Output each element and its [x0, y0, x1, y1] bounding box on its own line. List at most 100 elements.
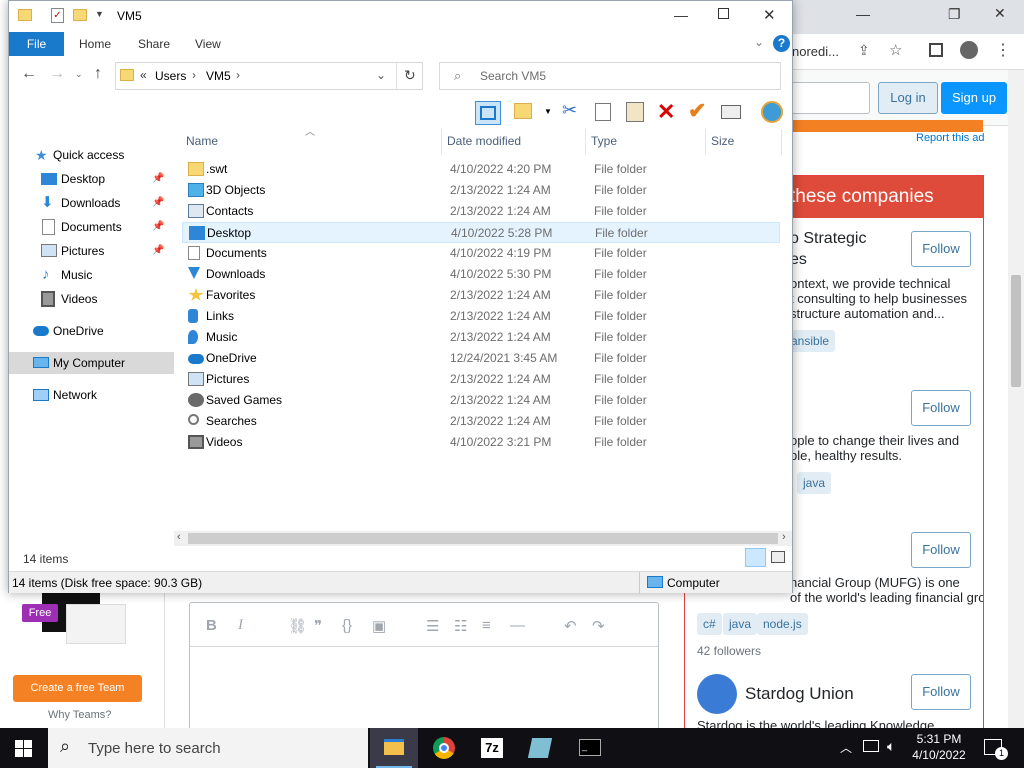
file-row[interactable]: Music 2/13/2022 1:24 AM File folder	[182, 327, 780, 348]
taskbar-search-input[interactable]: ⌕ Type here to search	[48, 728, 368, 768]
page-scrollbar[interactable]	[1008, 70, 1024, 728]
tab-home[interactable]: Home	[79, 37, 111, 51]
back-arrow-icon[interactable]: ←	[21, 65, 37, 83]
file-row[interactable]: Pictures 2/13/2022 1:24 AM File folder	[182, 369, 780, 390]
file-row[interactable]: Searches 2/13/2022 1:24 AM File folder	[182, 411, 780, 432]
code-icon[interactable]: {}	[342, 617, 352, 634]
horizontal-scrollbar-thumb[interactable]	[188, 533, 778, 544]
page-scrollbar-thumb[interactable]	[1011, 275, 1021, 387]
file-row[interactable]: Favorites 2/13/2022 1:24 AM File folder	[182, 285, 780, 306]
network-tray-icon[interactable]	[863, 740, 879, 752]
ribbon-expand-icon[interactable]: ⌄	[754, 35, 764, 49]
file-row[interactable]: Videos 4/10/2022 3:21 PM File folder	[182, 432, 780, 453]
shell-icon[interactable]	[761, 101, 783, 123]
column-name[interactable]: Name	[186, 134, 218, 148]
nav-downloads[interactable]: ⬇ Downloads 📌	[9, 192, 174, 214]
bullet-list-icon[interactable]: ☷	[454, 617, 467, 635]
maximize-button[interactable]	[718, 8, 729, 19]
file-row[interactable]: Desktop 4/10/2022 5:28 PM File folder	[182, 222, 780, 243]
properties-icon[interactable]: ✓	[51, 8, 64, 23]
company-title[interactable]: Stardog Union	[745, 684, 854, 704]
file-row[interactable]: Saved Games 2/13/2022 1:24 AM File folder	[182, 390, 780, 411]
address-bar[interactable]: « Users › VM5 › ⌄ ↻	[115, 62, 423, 90]
scroll-right-icon[interactable]: ›	[782, 531, 786, 543]
nav-music[interactable]: ♪ Music	[9, 264, 174, 286]
browser-restore-button[interactable]: ❐	[948, 6, 961, 23]
breadcrumb-vm5[interactable]: VM5	[206, 69, 231, 83]
nav-documents[interactable]: Documents 📌	[9, 216, 174, 238]
up-arrow-icon[interactable]: ↑	[94, 65, 102, 83]
windows-start-icon[interactable]	[15, 740, 32, 757]
hr-icon[interactable]: ―	[510, 617, 525, 634]
column-date-modified[interactable]: Date modified	[447, 134, 521, 148]
file-row[interactable]: Links 2/13/2022 1:24 AM File folder	[182, 306, 780, 327]
forward-arrow-icon[interactable]: →	[49, 65, 65, 83]
tab-share[interactable]: Share	[138, 37, 170, 51]
refresh-icon[interactable]: ↻	[404, 67, 416, 84]
sidepanel-icon[interactable]	[929, 43, 943, 57]
follow-button[interactable]: Follow	[911, 674, 971, 710]
tray-chevron-up-icon[interactable]: ︿	[840, 739, 852, 756]
taskbar-file-explorer[interactable]	[370, 728, 418, 768]
details-view-icon[interactable]	[745, 548, 766, 567]
rename-check-icon[interactable]: ✔	[688, 98, 706, 124]
dropdown-icon[interactable]: ▼	[544, 107, 552, 116]
nav-pictures[interactable]: Pictures 📌	[9, 240, 174, 262]
chevron-right-icon[interactable]: ›	[192, 68, 196, 82]
file-row[interactable]: Downloads 4/10/2022 5:30 PM File folder	[182, 264, 780, 285]
pin-icon[interactable]: 📌	[152, 240, 164, 262]
preview-pane-icon[interactable]	[475, 101, 501, 125]
chevron-right-icon[interactable]: ›	[236, 68, 240, 82]
answer-editor[interactable]: B I ⛓ ❞ {} ▣ ☰ ☷ ≡ ― ↶ ↷	[189, 602, 659, 732]
properties-icon[interactable]	[514, 103, 532, 119]
nav-onedrive[interactable]: OneDrive	[9, 320, 174, 342]
address-overflow[interactable]: «	[140, 68, 147, 82]
company-title[interactable]: o Strategic	[790, 230, 866, 248]
column-divider[interactable]	[705, 129, 706, 155]
follow-button[interactable]: Follow	[911, 231, 971, 267]
report-ad-link[interactable]: Report this ad	[916, 132, 984, 144]
bookmark-star-icon[interactable]: ☆	[889, 41, 902, 59]
minimize-button[interactable]: —	[674, 7, 688, 23]
nav-videos[interactable]: Videos	[9, 288, 174, 310]
column-divider[interactable]	[585, 129, 586, 155]
nav-network[interactable]: Network	[9, 384, 174, 406]
horizontal-scrollbar[interactable]: ‹ ›	[174, 531, 792, 546]
tag-java[interactable]: java	[797, 472, 832, 494]
tag-java[interactable]: java	[723, 613, 758, 635]
profile-avatar[interactable]	[960, 41, 978, 59]
address-dropdown-icon[interactable]: ⌄	[376, 68, 386, 82]
create-team-button[interactable]: Create a free Team	[13, 675, 142, 702]
taskbar-7zip[interactable]: 7z	[468, 728, 516, 768]
copy-icon[interactable]	[595, 103, 611, 121]
redo-icon[interactable]: ↷	[592, 617, 605, 635]
large-icons-view-icon[interactable]	[771, 551, 785, 563]
bold-icon[interactable]: B	[206, 617, 217, 634]
column-size[interactable]: Size	[711, 134, 734, 148]
delete-icon[interactable]: ✕	[657, 99, 675, 125]
image-icon[interactable]: ▣	[372, 617, 386, 635]
signup-button[interactable]: Sign up	[941, 82, 1007, 114]
share-icon[interactable]: ⇪	[858, 42, 870, 59]
follow-button[interactable]: Follow	[911, 532, 971, 568]
heading-icon[interactable]: ≡	[482, 617, 491, 634]
tag-nodejs[interactable]: node.js	[757, 613, 808, 635]
browser-urlbar[interactable]: noredi... ⇪ ☆ ⋮	[790, 34, 1024, 70]
quick-access-dropdown-icon[interactable]: ▼	[95, 9, 104, 19]
file-row[interactable]: OneDrive 12/24/2021 3:45 AM File folder	[182, 348, 780, 369]
recent-locations-icon[interactable]: ⌄	[75, 69, 83, 80]
link-icon[interactable]: ⛓	[288, 617, 307, 635]
cut-icon[interactable]: ✂	[562, 100, 577, 121]
nav-my-computer[interactable]: My Computer	[9, 352, 174, 374]
taskbar-app[interactable]	[516, 728, 564, 768]
new-folder-icon[interactable]	[73, 9, 87, 21]
nav-quick-access[interactable]: ★ Quick access	[9, 144, 174, 166]
ordered-list-icon[interactable]: ☰	[426, 617, 439, 635]
tab-file[interactable]: File	[9, 32, 64, 56]
file-row[interactable]: Documents 4/10/2022 4:19 PM File folder	[182, 243, 780, 264]
paste-icon[interactable]	[626, 102, 644, 122]
taskbar-terminal[interactable]: _	[566, 728, 614, 768]
tab-view[interactable]: View	[195, 37, 221, 51]
undo-icon[interactable]: ↶	[564, 617, 577, 635]
pin-icon[interactable]: 📌	[152, 192, 164, 214]
